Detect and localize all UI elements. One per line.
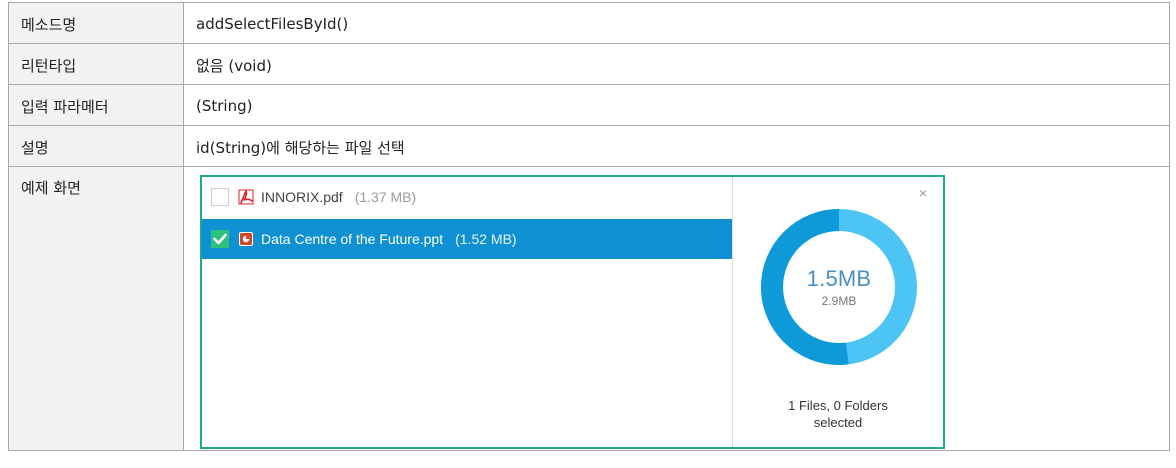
row-label: 메소드명 — [8, 2, 184, 44]
row-value: addSelectFilesById() — [183, 2, 1170, 44]
selection-summary-panel: × 1.5MB 2.9MB 1 Files, 0 Folders selecte… — [733, 177, 943, 447]
row-value: id(String)에 해당하는 파일 선택 — [183, 125, 1170, 167]
file-size: (1.52 MB) — [455, 231, 517, 247]
ppt-icon — [237, 230, 255, 248]
spec-row-description: 설명 id(String)에 해당하는 파일 선택 — [8, 125, 1170, 167]
row-label: 설명 — [8, 125, 184, 167]
file-checkbox[interactable] — [211, 188, 229, 206]
spec-row-input-params: 입력 파라메터 (String) — [8, 84, 1170, 126]
selection-count: 1 Files, 0 Folders selected — [733, 397, 943, 431]
summary-line: selected — [813, 415, 863, 430]
file-size: (1.37 MB) — [354, 189, 417, 205]
total-size: 2.9MB — [821, 294, 857, 308]
row-label: 입력 파라메터 — [8, 84, 184, 126]
file-row[interactable]: INNORIX.pdf (1.37 MB) — [202, 177, 732, 217]
row-value: (String) — [183, 84, 1170, 126]
api-spec-table: 메소드명 addSelectFilesById() 리턴타입 없음 (void)… — [8, 2, 1170, 451]
file-checkbox-checked[interactable] — [211, 230, 229, 248]
row-value: 없음 (void) — [183, 43, 1170, 85]
spec-row-method-name: 메소드명 addSelectFilesById() — [8, 2, 1170, 44]
donut-center-text: 1.5MB 2.9MB — [759, 207, 919, 367]
pdf-icon — [237, 188, 255, 206]
row-label: 예제 화면 — [8, 166, 184, 451]
file-name: Data Centre of the Future.ppt — [261, 231, 444, 247]
file-list: INNORIX.pdf (1.37 MB) Data Centre of the… — [202, 177, 733, 447]
file-row-selected[interactable]: Data Centre of the Future.ppt (1.52 MB) — [202, 219, 732, 259]
row-label: 리턴타입 — [8, 43, 184, 85]
checkmark-icon — [213, 233, 227, 245]
selected-size: 1.5MB — [806, 266, 872, 291]
close-icon[interactable]: × — [919, 185, 927, 201]
summary-line: 1 Files, 0 Folders — [788, 398, 888, 413]
spec-row-return-type: 리턴타입 없음 (void) — [8, 43, 1170, 85]
file-name: INNORIX.pdf — [261, 189, 343, 205]
file-upload-widget: INNORIX.pdf (1.37 MB) Data Centre of the… — [200, 175, 945, 449]
spec-row-example-screen: 예제 화면 INNORIX.pdf (1.37 MB) Data Centre … — [8, 166, 1170, 451]
example-screen-cell: INNORIX.pdf (1.37 MB) Data Centre of the… — [183, 166, 1170, 451]
